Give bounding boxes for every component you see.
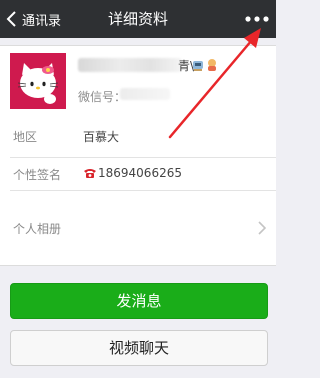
info-list: 地区 百慕大 个性签名 18694066265 个人相册	[0, 117, 276, 266]
more-button[interactable]	[242, 7, 272, 31]
name-row: 青\	[78, 56, 258, 74]
region-row: 地区 百慕大	[0, 117, 276, 157]
chevron-left-icon	[6, 11, 16, 27]
back-label: 通讯录	[22, 13, 62, 29]
profile-card: 青\ 微信号：	[0, 45, 276, 119]
album-row[interactable]: 个人相册	[0, 191, 276, 265]
mascot-icon	[208, 59, 216, 71]
avatar[interactable]	[10, 53, 66, 109]
telephone-icon	[84, 169, 96, 178]
album-label: 个人相册	[13, 222, 62, 236]
signature-value: 18694066265	[98, 166, 182, 180]
region-label: 地区	[13, 130, 38, 144]
region-value: 百慕大	[83, 130, 120, 144]
signature-row: 个性签名 18694066265	[0, 158, 276, 190]
send-message-button[interactable]: 发消息	[10, 283, 268, 319]
robot-icon	[193, 61, 203, 71]
wechat-id-blurred	[120, 88, 170, 100]
wechat-id-label: 微信号：	[78, 90, 127, 104]
chevron-right-icon	[258, 221, 266, 235]
video-chat-button[interactable]: 视频聊天	[10, 330, 268, 366]
back-button[interactable]: 通讯录	[0, 0, 80, 38]
more-icon	[245, 16, 269, 22]
navbar: 通讯录 详细资料	[0, 0, 276, 38]
name-blurred	[78, 58, 182, 72]
wechat-id-row: 微信号：	[78, 86, 258, 104]
signature-label: 个性签名	[13, 168, 62, 182]
hello-kitty-avatar-image	[10, 53, 66, 109]
